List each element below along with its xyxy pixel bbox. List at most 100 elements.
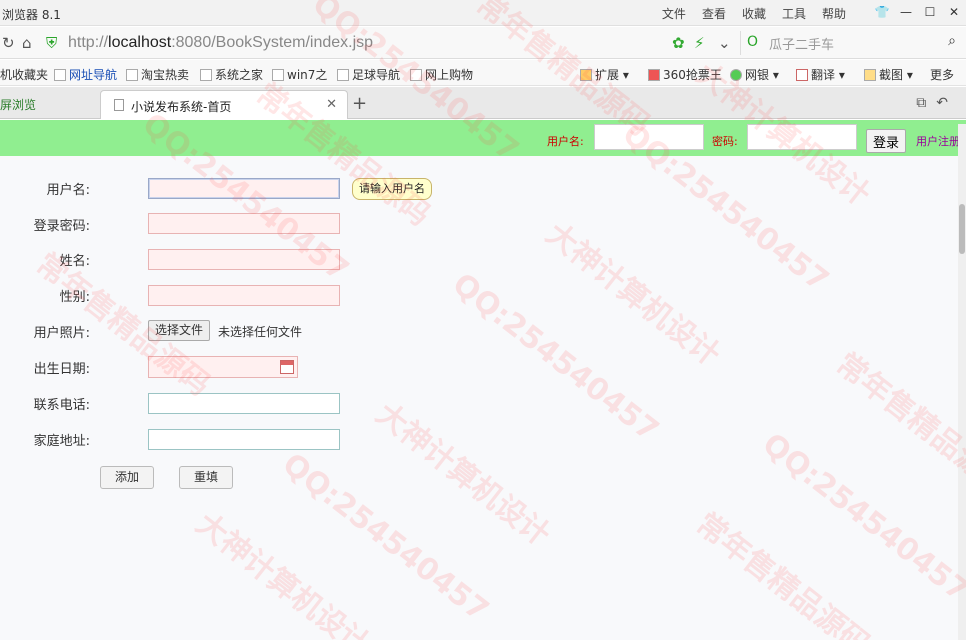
username-input[interactable] [148, 178, 340, 199]
login-password-label: 密码: [712, 135, 738, 148]
phone-input[interactable] [148, 393, 340, 414]
page-icon [200, 69, 212, 81]
undo-icon[interactable]: ↶ [936, 95, 958, 111]
menu-help[interactable]: 帮助 [822, 5, 846, 22]
skin-icon[interactable]: 👕 [870, 2, 894, 22]
speed-icon[interactable]: ✿ [672, 34, 685, 52]
extension-icon [580, 69, 592, 81]
bookmark-label: 淘宝热卖 [141, 68, 190, 82]
tab-tools: ⧉↶ [916, 95, 958, 111]
home-icon[interactable]: ⌂ [22, 34, 32, 52]
username-label: 用户名: [46, 183, 90, 198]
address-input[interactable] [148, 429, 340, 450]
url-host: localhost [108, 34, 172, 51]
scrollbar-thumb[interactable] [959, 204, 965, 254]
password-input[interactable] [148, 213, 340, 234]
toolbar-screenshot[interactable]: 截图 ▾ [864, 66, 913, 83]
login-bar: 用户名: 密码: 登录 用户注册 [0, 120, 966, 156]
toolbar-more[interactable]: 更多 [930, 66, 954, 83]
toolbar-label: 更多 [930, 68, 955, 82]
tab-label: 小说发布系统-首页 [131, 100, 232, 114]
add-button[interactable]: 添加 [100, 466, 155, 489]
address-label: 家庭地址: [33, 434, 90, 449]
toolbar-tickets[interactable]: 360抢票王 [648, 66, 722, 83]
calendar-icon[interactable] [280, 360, 294, 374]
bookmark-football[interactable]: 足球导航 [337, 66, 400, 83]
bookmark-win7[interactable]: win7之 [272, 66, 327, 83]
maximize-icon[interactable]: ☐ [918, 2, 942, 22]
search-icon[interactable]: ⌕ [948, 33, 956, 49]
register-link[interactable]: 用户注册 [916, 133, 960, 149]
menu-favorites[interactable]: 收藏 [742, 5, 766, 22]
bookmark-label: 网上购物 [425, 68, 474, 82]
ticket-icon [648, 69, 660, 81]
bookmark-shopping[interactable]: 网上购物 [410, 66, 473, 83]
login-button[interactable]: 登录 [866, 129, 906, 153]
birth-date-input[interactable] [148, 356, 298, 378]
login-password-input[interactable] [747, 124, 857, 150]
photo-label: 用户照片: [33, 326, 90, 341]
bookmark-label: win7之 [287, 68, 328, 82]
bookmark-taobao[interactable]: 淘宝热卖 [126, 66, 189, 83]
bookmark-label: 足球导航 [352, 68, 401, 82]
bookmark-favorites[interactable]: 机收藏夹 [0, 66, 48, 83]
page-icon [410, 69, 422, 81]
name-input[interactable] [148, 249, 340, 270]
title-bar: 浏览器 8.1 文件 查看 收藏 工具 帮助 👕 — ☐ ✕ [0, 0, 966, 26]
window-controls: 👕 — ☐ ✕ [870, 2, 966, 22]
menu-file[interactable]: 文件 [662, 5, 686, 22]
login-username-input[interactable] [594, 124, 704, 150]
minimize-icon[interactable]: — [894, 2, 918, 22]
page-icon [114, 99, 124, 111]
bookmarks-bar: 机收藏夹 网址导航 淘宝热卖 系统之家 win7之 足球导航 网上购物 扩展 ▾… [0, 60, 966, 86]
tab-sidebar[interactable]: 屏浏览 [0, 96, 36, 113]
toolbar-label: 翻译 [811, 68, 836, 82]
refresh-icon[interactable]: ↻ [2, 34, 15, 52]
toolbar-bank[interactable]: 网银 ▾ [730, 66, 779, 83]
menu-bar: 文件 查看 收藏 工具 帮助 [662, 5, 846, 22]
toolbar-label: 360抢票王 [663, 68, 722, 82]
phone-label: 联系电话: [33, 398, 90, 413]
page-icon [126, 69, 138, 81]
scrollbar[interactable] [958, 124, 966, 640]
app-title: 浏览器 8.1 [2, 8, 61, 22]
new-tab-icon[interactable]: + [352, 93, 367, 114]
lightning-icon[interactable]: ⚡ [694, 34, 705, 52]
toolbar-translate[interactable]: 翻译 ▾ [796, 66, 845, 83]
tab-close-icon[interactable]: ✕ [326, 97, 337, 112]
reset-button[interactable]: 重填 [179, 466, 234, 489]
password-label: 登录密码: [33, 219, 90, 234]
url-path: :8080/BookSystem/index.jsp [171, 34, 374, 51]
toolbar-label: 网银 [745, 68, 770, 82]
page-icon [272, 69, 284, 81]
search-engine-icon[interactable]: O [747, 34, 758, 50]
birth-label: 出生日期: [33, 362, 90, 377]
url-prefix: http:// [68, 34, 109, 51]
toolbar-label: 截图 [879, 68, 904, 82]
restore-icon[interactable]: ⧉ [916, 95, 936, 111]
page-icon [337, 69, 349, 81]
name-label: 姓名: [59, 254, 90, 269]
shield-icon: ⛨ [46, 34, 58, 52]
page-icon [54, 69, 66, 81]
menu-view[interactable]: 查看 [702, 5, 726, 22]
search-input[interactable]: 瓜子二手车 [769, 34, 834, 53]
bookmark-nav[interactable]: 网址导航 [54, 66, 117, 83]
gender-input[interactable] [148, 285, 340, 306]
choose-file-button[interactable]: 选择文件 [148, 320, 211, 341]
menu-tools[interactable]: 工具 [782, 5, 806, 22]
gender-label: 性别: [59, 290, 90, 305]
tab-active[interactable]: 小说发布系统-首页 ✕ [100, 90, 348, 119]
scissors-icon [864, 69, 876, 81]
bookmark-xitong[interactable]: 系统之家 [200, 66, 263, 83]
toolbar-label: 扩展 [595, 68, 620, 82]
tab-bar: 屏浏览 小说发布系统-首页 ✕ + ⧉↶ [0, 87, 966, 119]
url-field[interactable]: http://localhost:8080/BookSystem/index.j… [68, 34, 373, 52]
login-username-label: 用户名: [547, 135, 584, 148]
bookmark-label: 网址导航 [69, 68, 118, 82]
close-icon[interactable]: ✕ [942, 2, 966, 22]
search-box[interactable]: O 瓜子二手车 ⌕ [740, 31, 962, 55]
address-bar: ↻ ⌂ ⛨ http://localhost:8080/BookSystem/i… [0, 27, 966, 59]
chevron-down-icon[interactable]: ⌄ [718, 34, 731, 52]
toolbar-extensions[interactable]: 扩展 ▾ [580, 66, 629, 83]
